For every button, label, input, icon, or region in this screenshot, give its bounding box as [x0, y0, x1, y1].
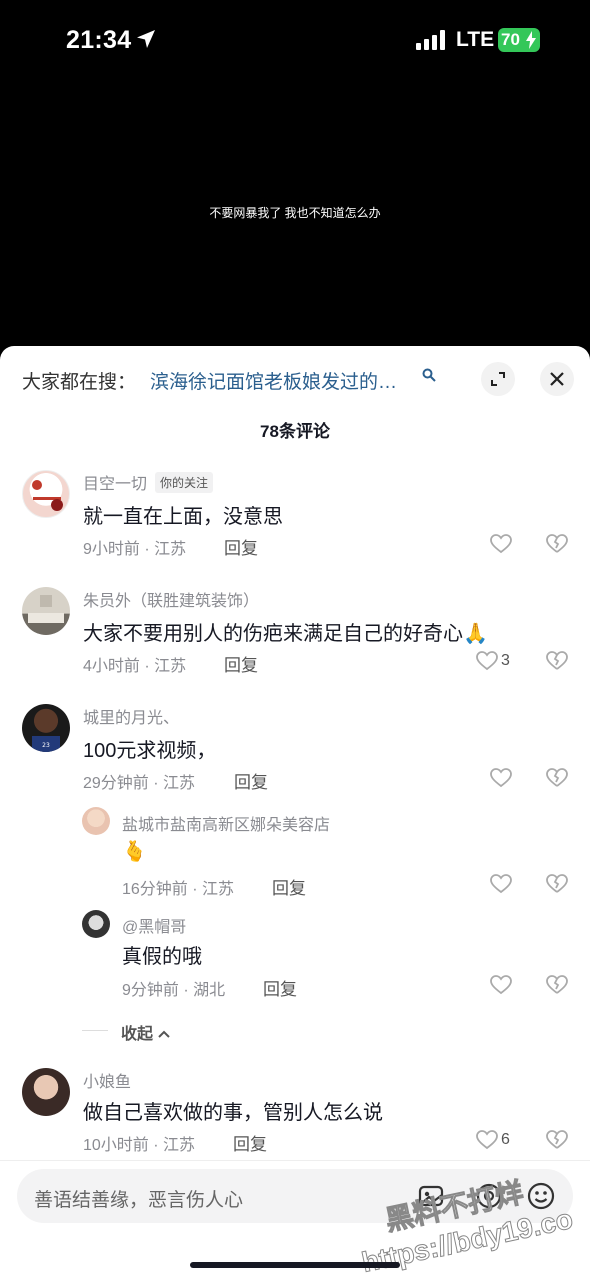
avatar[interactable] — [22, 1068, 70, 1116]
comment-username[interactable]: @黑帽哥 — [122, 913, 186, 937]
comment-input[interactable]: 善语结善缘，恶言伤人心 — [17, 1169, 573, 1223]
comment-username[interactable]: 盐城市盐南高新区娜朵美容店 — [122, 811, 330, 835]
video-player[interactable]: 不要网暴我了 我也不知道怎么办 — [0, 80, 590, 350]
avatar[interactable] — [22, 470, 70, 518]
comment-text: 100元求视频， — [83, 740, 217, 762]
avatar[interactable] — [22, 587, 70, 635]
comment-username[interactable]: 城里的月光、 — [83, 704, 179, 728]
svg-text:23: 23 — [42, 742, 50, 749]
comment-username[interactable]: 目空一切 你的关注 — [83, 470, 214, 494]
home-indicator[interactable] — [190, 1262, 400, 1268]
reply-button[interactable]: 回复 — [272, 874, 306, 899]
comment-meta: 4小时前 · 江苏 — [83, 658, 187, 675]
avatar-image — [28, 595, 64, 623]
status-time: 21:34 — [66, 26, 132, 54]
location-arrow-icon — [137, 30, 155, 48]
image-icon[interactable] — [417, 1182, 445, 1210]
like-heart-icon[interactable] — [490, 975, 512, 995]
reply-button[interactable]: 回复 — [224, 534, 258, 559]
like-heart-icon[interactable] — [490, 534, 512, 554]
dislike-broken-heart-icon[interactable] — [546, 651, 568, 671]
collapse-replies-button[interactable]: 收起 — [121, 1020, 171, 1044]
reply-button[interactable]: 回复 — [233, 1130, 267, 1155]
comment-input-placeholder: 善语结善缘，恶言伤人心 — [34, 1190, 244, 1211]
dislike-broken-heart-icon[interactable] — [546, 874, 568, 894]
mention-icon[interactable] — [475, 1182, 503, 1210]
comment-text: 就一直在上面，没意思 — [83, 506, 283, 528]
dislike-broken-heart-icon[interactable] — [546, 1130, 568, 1150]
close-icon — [550, 372, 564, 386]
search-suggestion-prefix: 大家都在搜： — [22, 372, 137, 393]
close-button[interactable] — [540, 362, 574, 396]
comment-count: 78条评论 — [260, 422, 330, 441]
following-tag: 你的关注 — [155, 472, 214, 493]
comment-meta: 29分钟前 · 江苏 — [83, 775, 196, 792]
comment-username[interactable]: 朱员外（联胜建筑装饰） — [83, 587, 259, 611]
search-icon[interactable] — [422, 368, 436, 382]
comment-text: 🫰 — [122, 841, 147, 863]
like-count: 6 — [501, 1131, 510, 1148]
comment-text: 做自己喜欢做的事，管别人怎么说 — [83, 1102, 383, 1124]
collapse-divider — [82, 1030, 108, 1031]
like-heart-icon[interactable] — [490, 768, 512, 788]
expand-button[interactable] — [481, 362, 515, 396]
dislike-broken-heart-icon[interactable] — [546, 975, 568, 995]
video-subtitle: 不要网暴我了 我也不知道怎么办 — [209, 206, 381, 220]
battery-indicator: 70 — [498, 28, 540, 52]
avatar[interactable]: 23 — [22, 704, 70, 752]
comment-meta: 9分钟前 · 湖北 — [122, 982, 226, 999]
comment-sheet: 大家都在搜： 滨海徐记面馆老板娘发过的… 78条评论 目空一切 你的关注 就一直在… — [0, 346, 590, 1280]
dislike-broken-heart-icon[interactable] — [546, 768, 568, 788]
status-bar: 21:34 LTE 70 — [0, 0, 590, 80]
reply-button[interactable]: 回复 — [224, 651, 258, 676]
dislike-broken-heart-icon[interactable] — [546, 534, 568, 554]
signal-bars-icon — [416, 30, 445, 50]
avatar[interactable] — [82, 807, 110, 835]
comment-meta: 10小时前 · 江苏 — [83, 1137, 196, 1154]
battery-level: 70 — [501, 30, 520, 49]
comment-username[interactable]: 小娘鱼 — [83, 1068, 131, 1092]
like-heart-icon[interactable] — [476, 651, 498, 671]
avatar-image — [32, 480, 63, 511]
reply-button[interactable]: 回复 — [263, 975, 297, 1000]
charging-bolt-icon — [526, 31, 536, 49]
like-heart-icon[interactable] — [490, 874, 512, 894]
chevron-up-icon — [158, 1030, 171, 1038]
network-type: LTE — [456, 28, 495, 51]
emoji-icon[interactable] — [527, 1182, 555, 1210]
comment-meta: 9小时前 · 江苏 — [83, 541, 187, 558]
like-count: 3 — [501, 652, 510, 669]
avatar[interactable] — [82, 910, 110, 938]
comment-meta: 16分钟前 · 江苏 — [122, 881, 235, 898]
like-heart-icon[interactable] — [476, 1130, 498, 1150]
avatar-image: 23 — [32, 736, 60, 752]
search-suggestion-link[interactable]: 滨海徐记面馆老板娘发过的… — [150, 367, 420, 394]
comment-text: 大家不要用别人的伤疤来满足自己的好奇心🙏 — [83, 623, 488, 645]
expand-icon — [491, 372, 505, 386]
comment-text: 真假的哦 — [122, 946, 202, 968]
reply-button[interactable]: 回复 — [234, 768, 268, 793]
